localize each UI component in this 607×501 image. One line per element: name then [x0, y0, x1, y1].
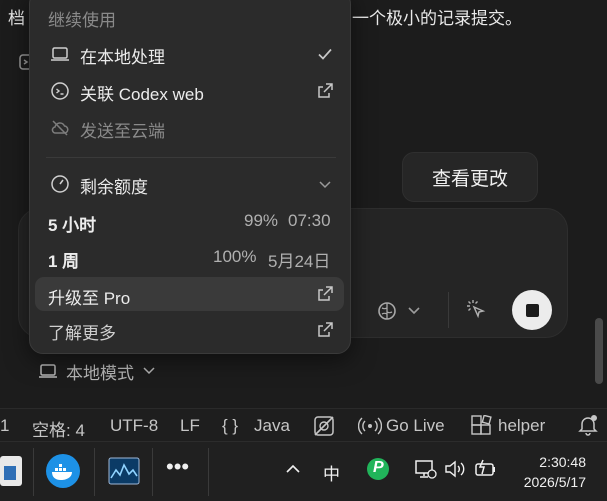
menu-item-label: 关联 Codex web — [80, 85, 204, 104]
quota-period: 5 小时 — [48, 216, 97, 235]
upgrade-pro-item[interactable]: 升级至 Pro — [30, 276, 350, 312]
extensions-icon — [471, 415, 492, 435]
vpn-app-icon[interactable]: P — [367, 458, 389, 480]
go-live-button[interactable]: Go Live — [386, 416, 445, 436]
chat-message-text: 档 一个极小的记录提交。 — [8, 4, 522, 29]
chevron-up-icon[interactable] — [285, 462, 301, 476]
encoding-setting[interactable]: UTF-8 — [110, 416, 158, 436]
status-bar: 1 空格: 4 UTF-8 LF { } Java Go Live helper — [0, 408, 607, 442]
indentation-setting[interactable]: 空格: 4 — [32, 416, 85, 441]
more-apps-icon[interactable]: ••• — [166, 454, 189, 480]
learn-more-label: 了解更多 — [48, 324, 116, 343]
local-mode-selector[interactable]: 本地模式 — [38, 358, 156, 384]
view-changes-button[interactable]: 查看更改 — [402, 152, 538, 202]
accounts-sync-off-icon[interactable] — [312, 415, 336, 437]
cursor-position[interactable]: 1 — [0, 416, 9, 436]
volume-icon[interactable] — [444, 459, 466, 479]
eol-setting[interactable]: LF — [180, 416, 200, 436]
clock[interactable]: 2:30:48 2026/5/17 — [512, 452, 586, 492]
quota-row-5h: 5 小时 99% 07:30 — [30, 205, 350, 239]
broadcast-icon — [358, 417, 382, 435]
continue-menu: 继续使用 在本地处理 关联 Codex web 发送至云端 剩余额度 5 小时 … — [29, 0, 351, 354]
check-icon — [318, 48, 332, 60]
menu-item-codex-web[interactable]: 关联 Codex web — [30, 74, 350, 108]
helper-status[interactable]: helper — [498, 416, 545, 436]
message-tail: 一个极小的记录提交。 — [352, 9, 522, 28]
app-window-icon[interactable] — [0, 456, 22, 486]
chevron-down-icon — [319, 181, 331, 189]
quota-percent: 100% — [213, 247, 257, 266]
quota-reset-time: 07:30 — [288, 211, 331, 230]
app-window-icon-inner — [4, 466, 16, 480]
external-link-icon — [318, 286, 333, 301]
quota-header[interactable]: 剩余额度 — [30, 167, 350, 201]
docker-icon[interactable] — [46, 454, 80, 488]
external-link-icon — [318, 83, 333, 98]
brain-icon[interactable] — [376, 300, 398, 322]
network-icon[interactable] — [414, 458, 438, 480]
taskbar-separator — [152, 448, 153, 496]
codex-terminal-icon — [51, 82, 69, 100]
upgrade-label: 升级至 Pro — [48, 289, 131, 308]
language-mode[interactable]: Java — [254, 416, 290, 436]
docker-whale-icon — [52, 464, 72, 480]
notification-bell-icon[interactable] — [576, 413, 600, 437]
stop-icon — [525, 303, 539, 317]
windows-taskbar: ••• 中 P 2:30:48 2026/5/17 — [0, 441, 607, 501]
quota-period: 1 周 — [48, 252, 80, 271]
section-title: 继续使用 — [48, 10, 116, 30]
quota-reset-date: 5月24日 — [268, 252, 331, 271]
external-link-icon — [318, 322, 333, 337]
quota-percent: 99% — [244, 211, 279, 230]
performance-monitor-icon[interactable] — [108, 456, 140, 486]
taskbar-separator — [94, 448, 95, 496]
quota-label: 剩余额度 — [80, 178, 148, 197]
taskbar-separator — [33, 448, 34, 496]
menu-divider — [46, 157, 336, 158]
quota-row-1w: 1 周 100% 5月24日 — [30, 241, 350, 275]
clock-time: 2:30:48 — [539, 454, 586, 470]
menu-section-title: 继续使用 — [30, 5, 350, 31]
scrollbar-thumb[interactable] — [595, 318, 603, 384]
battery-charging-icon[interactable] — [474, 458, 498, 480]
cursor-click-icon[interactable] — [465, 298, 487, 320]
gauge-icon — [51, 175, 69, 193]
toolbar-divider — [448, 292, 449, 328]
cloud-off-icon — [51, 120, 69, 136]
chevron-down-icon[interactable] — [406, 304, 422, 318]
stop-button[interactable] — [512, 290, 552, 330]
ime-indicator[interactable]: 中 — [323, 460, 340, 485]
menu-item-send-cloud: 发送至云端 — [30, 111, 350, 145]
laptop-icon — [39, 364, 57, 378]
menu-item-label: 发送至云端 — [80, 122, 165, 141]
local-mode-label: 本地模式 — [66, 363, 134, 383]
learn-more-item[interactable]: 了解更多 — [30, 313, 350, 347]
chevron-down-icon — [143, 367, 155, 375]
braces-icon: { } — [222, 416, 239, 435]
message-prefix: 档 — [8, 9, 25, 28]
clock-date: 2026/5/17 — [523, 474, 586, 490]
taskbar-separator — [208, 448, 209, 496]
laptop-icon — [51, 47, 69, 61]
menu-item-local[interactable]: 在本地处理 — [30, 37, 350, 71]
menu-item-label: 在本地处理 — [80, 48, 165, 67]
